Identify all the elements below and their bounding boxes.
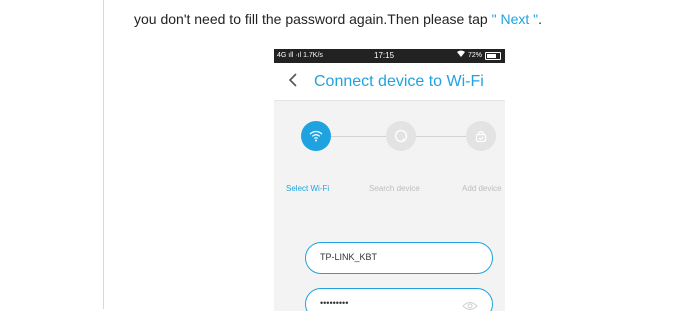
page-title: Connect device to Wi-Fi: [314, 73, 484, 90]
battery-percent: 72%: [467, 52, 482, 59]
wifi-password-field[interactable]: •••••••••: [305, 288, 493, 311]
wifi-ssid-field[interactable]: TP-LINK_KBT: [305, 242, 493, 274]
step-search-device: [386, 121, 416, 151]
ssid-value: TP-LINK_KBT: [320, 252, 378, 262]
step-label-add-device: Add device: [462, 184, 502, 193]
step-label-search-device: Search device: [369, 184, 420, 193]
wifi-status-icon: [456, 49, 465, 63]
wifi-icon: [309, 130, 323, 142]
step-add-device: [466, 121, 496, 151]
instruction-text: you don't need to fill the password agai…: [134, 10, 674, 28]
back-button[interactable]: [284, 72, 302, 90]
password-value: •••••••••: [320, 298, 349, 308]
status-icons: 72%: [456, 49, 501, 63]
step-connector-1: [331, 136, 386, 137]
search-icon: [394, 129, 408, 143]
status-time: 17:15: [374, 51, 395, 60]
instruction-body: you don't need to fill the password agai…: [134, 11, 492, 27]
step-select-wifi: [301, 121, 331, 151]
next-highlight: " Next ": [491, 11, 539, 27]
status-signal: 4G ıll ·ıl 1.7K/s: [277, 52, 323, 59]
phone-screenshot: 4G ıll ·ıl 1.7K/s 17:15 72% Connect devi…: [274, 49, 505, 311]
network-speed: 1.7K/s: [303, 52, 323, 59]
step-connector-2: [416, 136, 466, 137]
instruction-period: .: [538, 11, 542, 27]
eye-icon[interactable]: [462, 298, 478, 311]
battery-icon: [485, 52, 501, 60]
step-indicator: Select Wi-Fi Search device Add device: [274, 115, 505, 195]
step-label-select-wifi: Select Wi-Fi: [286, 184, 330, 193]
chevron-left-icon: [288, 73, 297, 87]
left-border: [103, 0, 104, 309]
app-header: Connect device to Wi-Fi: [274, 63, 505, 101]
status-bar: 4G ıll ·ıl 1.7K/s 17:15 72%: [274, 49, 505, 63]
lock-icon: [475, 130, 487, 143]
network-type: 4G: [277, 52, 287, 59]
